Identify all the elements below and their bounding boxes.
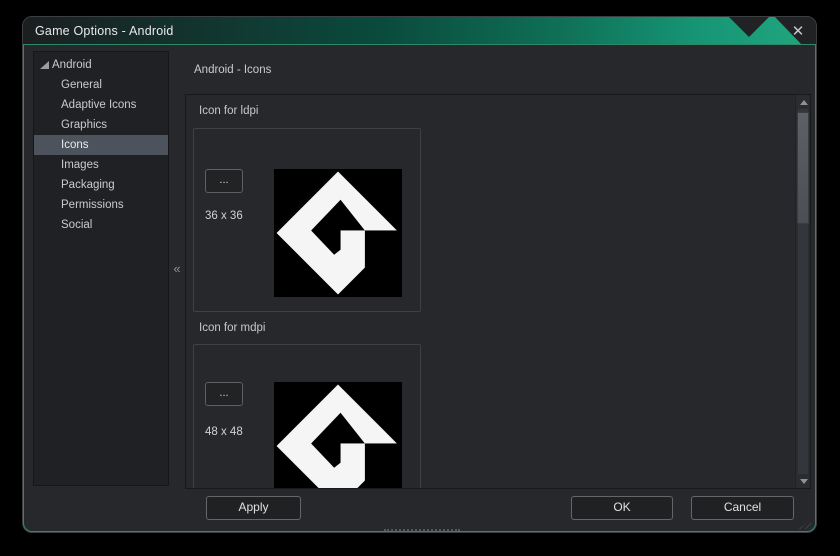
sidebar-item-general[interactable]: General	[34, 75, 168, 95]
ok-button[interactable]: OK	[571, 496, 673, 520]
sidebar-item-label: Graphics	[61, 119, 108, 131]
size-label-mdpi: 48 x 48	[205, 426, 243, 438]
sidebar-item-icons[interactable]: Icons	[34, 135, 168, 155]
scroll-down-button[interactable]	[796, 474, 810, 488]
sidebar-item-permissions[interactable]: Permissions	[34, 195, 168, 215]
browse-ldpi-button[interactable]: ...	[205, 169, 243, 193]
sidebar-item-graphics[interactable]: Graphics	[34, 115, 168, 135]
page-title: Android - Icons	[194, 64, 272, 76]
sidebar-collapse-handle[interactable]: «	[169, 260, 185, 278]
tree-expanded-icon[interactable]	[38, 60, 51, 70]
scrollbar-thumb[interactable]	[797, 112, 809, 224]
game-options-dialog: Game Options - Android ✕ Android General…	[22, 16, 817, 533]
gamemaker-logo-icon[interactable]	[274, 169, 402, 297]
group-label-ldpi: Icon for ldpi	[199, 105, 259, 117]
sidebar-item-label: General	[61, 79, 102, 91]
sidebar-item-images[interactable]: Images	[34, 155, 168, 175]
sidebar-item-adaptive-icons[interactable]: Adaptive Icons	[34, 95, 168, 115]
group-box-ldpi: ... 36 x 36	[193, 128, 421, 312]
icons-scroll-region: Icon for ldpi ... 36 x 36 Icon for mdpi …	[185, 94, 811, 489]
sidebar-item-label: Icons	[61, 139, 89, 151]
tree-node-label: Android	[52, 59, 92, 71]
sidebar-item-packaging[interactable]: Packaging	[34, 175, 168, 195]
arrow-down-icon	[799, 478, 808, 484]
arrow-up-icon	[799, 99, 808, 105]
tree-node-android[interactable]: Android	[34, 55, 168, 75]
sidebar-item-social[interactable]: Social	[34, 215, 168, 235]
close-icon: ✕	[791, 23, 805, 40]
resize-dots-handle[interactable]	[384, 529, 460, 532]
size-label-ldpi: 36 x 36	[205, 210, 243, 222]
sidebar-item-label: Adaptive Icons	[61, 99, 137, 111]
vertical-scrollbar[interactable]	[795, 95, 810, 488]
sidebar-item-label: Social	[61, 219, 93, 231]
gamemaker-logo-icon[interactable]	[274, 382, 402, 488]
sidebar-item-label: Permissions	[61, 199, 124, 211]
close-button[interactable]: ✕	[787, 20, 809, 42]
scroll-up-button[interactable]	[796, 95, 810, 109]
apply-button[interactable]: Apply	[206, 496, 301, 520]
collapse-chevron-icon: «	[173, 261, 181, 276]
title-bar[interactable]: Game Options - Android ✕	[23, 17, 816, 45]
browse-mdpi-button[interactable]: ...	[205, 382, 243, 406]
group-label-mdpi: Icon for mdpi	[199, 322, 266, 334]
sidebar-item-label: Packaging	[61, 179, 115, 191]
sidebar-item-label: Images	[61, 159, 99, 171]
window-title: Game Options - Android	[35, 24, 174, 38]
group-box-mdpi: ... 48 x 48	[193, 344, 421, 488]
cancel-button[interactable]: Cancel	[691, 496, 794, 520]
platform-settings-tree: Android General Adaptive Icons Graphics …	[33, 51, 169, 486]
